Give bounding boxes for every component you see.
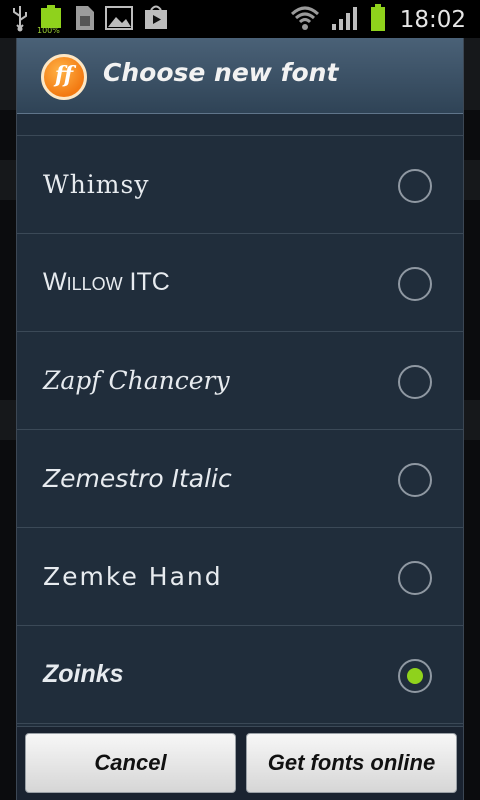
font-item-willow-itc[interactable]: Willow ITC xyxy=(17,234,463,332)
battery-icon xyxy=(370,4,386,36)
font-item-label: Zapf Chancery xyxy=(43,366,230,395)
usb-icon xyxy=(10,4,30,36)
font-item-zemestro-italic[interactable]: Zemestro Italic xyxy=(17,430,463,528)
status-bar: 100% 18:02 xyxy=(0,0,480,38)
list-item-partial xyxy=(17,114,463,136)
font-list[interactable]: Whimsy Willow ITC Zapf Chancery Zemestro… xyxy=(17,114,463,726)
font-item-whimsy[interactable]: Whimsy xyxy=(17,136,463,234)
signal-icon xyxy=(330,5,360,35)
font-item-label: Zoinks xyxy=(43,660,124,688)
font-item-label: Willow ITC xyxy=(43,268,170,296)
sd-card-icon xyxy=(72,4,96,36)
battery-percent-label: 100% xyxy=(37,26,60,35)
radio-button[interactable] xyxy=(398,267,432,301)
get-fonts-online-button[interactable]: Get fonts online xyxy=(246,733,457,793)
radio-button[interactable] xyxy=(398,463,432,497)
dialog-footer: Cancel Get fonts online xyxy=(17,726,463,800)
font-item-label: Zemestro Italic xyxy=(43,464,232,493)
app-logo: ff xyxy=(41,54,87,100)
battery-full-icon: 100% xyxy=(37,5,63,35)
radio-button[interactable] xyxy=(398,365,432,399)
dialog-title: Choose new font xyxy=(103,58,339,87)
font-item-zapf-chancery[interactable]: Zapf Chancery xyxy=(17,332,463,430)
play-store-icon xyxy=(142,5,170,35)
wifi-icon xyxy=(290,5,320,35)
clock: 18:02 xyxy=(399,7,466,33)
cancel-button[interactable]: Cancel xyxy=(25,733,236,793)
radio-button-selected[interactable] xyxy=(398,659,432,693)
gallery-icon xyxy=(105,5,133,35)
radio-button[interactable] xyxy=(398,561,432,595)
font-item-label: Whimsy xyxy=(43,170,150,199)
font-item-zoinks[interactable]: Zoinks xyxy=(17,626,463,724)
dialog-header: ff Choose new font xyxy=(17,38,463,114)
font-item-label: Zemke Hand xyxy=(43,562,223,591)
choose-font-dialog: ff Choose new font Whimsy Willow ITC Zap… xyxy=(16,38,464,800)
font-item-zemke-hand[interactable]: Zemke Hand xyxy=(17,528,463,626)
radio-button[interactable] xyxy=(398,169,432,203)
